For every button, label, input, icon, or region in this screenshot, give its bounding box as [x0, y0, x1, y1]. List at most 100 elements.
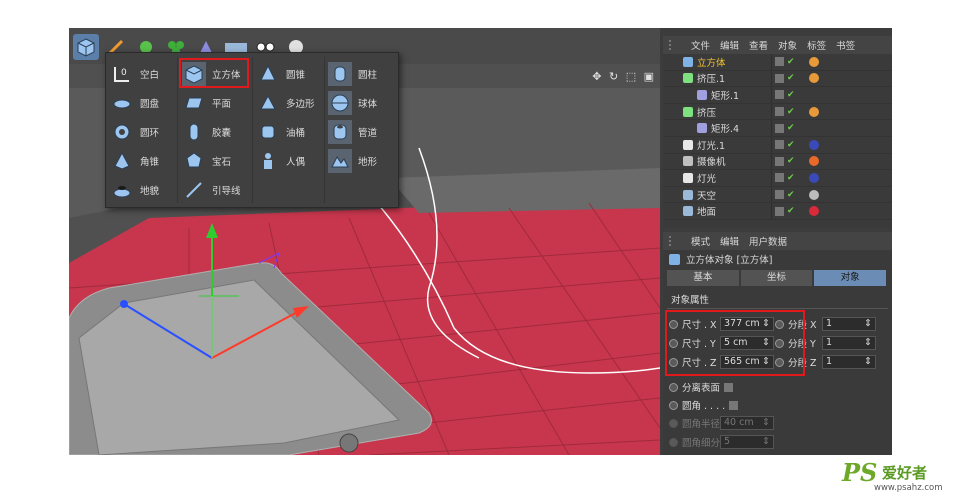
null-icon: 0 [110, 62, 134, 86]
tag-icon[interactable] [809, 56, 819, 67]
watermark: PS 爱好者 www.psahz.com [842, 458, 958, 496]
menu-edit[interactable]: 编辑 [720, 38, 739, 52]
platonic-icon [182, 149, 206, 173]
menu-file[interactable]: 文件 [691, 38, 710, 52]
menu-item-sphere[interactable]: 球体 [328, 90, 377, 116]
tag-icon[interactable] [809, 156, 819, 167]
menu-item-figure[interactable]: 人偶 [256, 148, 305, 174]
grip-icon[interactable] [669, 40, 681, 50]
tag-icon[interactable] [809, 189, 819, 200]
object-row[interactable]: 矩形.4 ✔ [663, 120, 892, 137]
menu-edit[interactable]: 编辑 [720, 234, 739, 248]
menu-item-relief[interactable]: 地貌 [110, 177, 159, 203]
pyramid-icon [110, 149, 134, 173]
anim-dot[interactable] [669, 382, 678, 392]
object-row[interactable]: 摄像机 ✔ [663, 153, 892, 171]
fillet-checkbox[interactable] [729, 400, 739, 410]
cube-icon[interactable] [73, 34, 99, 60]
menu-user-data[interactable]: 用户数据 [749, 234, 787, 248]
object-row[interactable]: 挤压 ✔ [663, 103, 892, 121]
object-row[interactable]: 矩形.1 ✔ [663, 87, 892, 104]
check-icon[interactable]: ✔ [787, 123, 795, 133]
layer-icon[interactable] [775, 140, 784, 150]
landscape-icon [328, 149, 352, 173]
tab-basic[interactable]: 基本 [667, 270, 739, 286]
layer-icon[interactable] [775, 107, 784, 117]
tag-icon[interactable] [809, 106, 819, 117]
tag-icon[interactable] [809, 73, 819, 84]
object-row[interactable]: 灯光 ✔ [663, 170, 892, 187]
menu-tags[interactable]: 标签 [807, 38, 826, 52]
layer-icon[interactable] [775, 123, 784, 133]
attribute-manager: 模式 编辑 用户数据 立方体对象 [立方体] 基本 坐标 对象 对象属性 尺寸 … [663, 232, 892, 455]
3d-viewport[interactable]: ✥ ↻ ⬚ ▣ 0 空白 立方体 圆锥 圆柱 圆盘 平面 多边形 球体 圆环 胶… [69, 28, 660, 455]
tube-icon [328, 120, 352, 144]
menu-item-plane[interactable]: 平面 [182, 90, 231, 116]
menu-item-torus[interactable]: 圆环 [110, 119, 159, 145]
check-icon[interactable]: ✔ [787, 173, 795, 183]
tab-object[interactable]: 对象 [814, 270, 887, 286]
layer-icon[interactable] [775, 57, 784, 67]
watermark-cn: 爱好者 [882, 464, 928, 482]
check-icon[interactable]: ✔ [787, 73, 795, 83]
menu-item-null[interactable]: 0 空白 [110, 61, 159, 87]
object-icon [697, 89, 707, 100]
menu-item-disc[interactable]: 圆盘 [110, 90, 159, 116]
seg-y-field[interactable]: 1 ⇕ [822, 336, 876, 350]
viewport-nav-icons[interactable]: ✥ ↻ ⬚ ▣ [592, 70, 656, 83]
object-manager: 文件 编辑 查看 对象 标签 书签 立方体 ✔ 挤压.1 ✔ 矩形.1 ✔ 挤压 ✔ 矩形.4 ✔… [663, 36, 892, 228]
object-row[interactable]: 地面 ✔ [663, 203, 892, 220]
menu-item-cylinder[interactable]: 圆柱 [328, 61, 377, 87]
check-icon[interactable]: ✔ [787, 190, 795, 200]
layer-icon[interactable] [775, 206, 784, 216]
menu-item-platonic[interactable]: 宝石 [182, 148, 231, 174]
tag-icon[interactable] [809, 139, 819, 150]
separate-checkbox[interactable] [724, 382, 734, 392]
menu-item-capsule[interactable]: 胶囊 [182, 119, 231, 145]
check-icon[interactable]: ✔ [787, 140, 795, 150]
fillet-sub-row: 圆角细分 5 ⇕ [669, 434, 774, 450]
menu-item-pyramid[interactable]: 角锥 [110, 148, 159, 174]
menu-item-tube[interactable]: 管道 [328, 119, 377, 145]
check-icon[interactable]: ✔ [787, 90, 795, 100]
layer-icon[interactable] [775, 190, 784, 200]
seg-x-field[interactable]: 1 ⇕ [822, 317, 876, 331]
fillet-sub-field: 5 ⇕ [720, 435, 774, 449]
object-row[interactable]: 灯光.1 ✔ [663, 136, 892, 154]
tag-icon[interactable] [809, 206, 819, 217]
check-icon[interactable]: ✔ [787, 57, 795, 67]
check-icon[interactable]: ✔ [787, 206, 795, 216]
menu-item-cone[interactable]: 圆锥 [256, 61, 305, 87]
attr-tabs: 基本 坐标 对象 [667, 270, 888, 286]
seg-z-field[interactable]: 1 ⇕ [822, 355, 876, 369]
layer-icon[interactable] [775, 90, 784, 100]
tab-coord[interactable]: 坐标 [740, 270, 813, 286]
capsule-icon [182, 120, 206, 144]
menu-item-polygon[interactable]: 多边形 [256, 90, 315, 116]
primitive-dropdown: 0 空白 立方体 圆锥 圆柱 圆盘 平面 多边形 球体 圆环 胶囊 油桶 管道 … [105, 52, 399, 208]
layer-icon[interactable] [775, 73, 784, 83]
layer-icon[interactable] [775, 173, 784, 183]
grip-icon[interactable] [669, 236, 681, 246]
object-row[interactable]: 天空 ✔ [663, 186, 892, 204]
object-row[interactable]: 挤压.1 ✔ [663, 70, 892, 88]
layer-icon[interactable] [775, 156, 784, 166]
menu-mode[interactable]: 模式 [691, 234, 710, 248]
menu-item-guide[interactable]: 引导线 [182, 177, 241, 203]
tag-icon[interactable] [809, 172, 819, 183]
object-row[interactable]: 立方体 ✔ [663, 54, 892, 71]
menu-objects[interactable]: 对象 [778, 38, 797, 52]
menu-item-oil-tank[interactable]: 油桶 [256, 119, 305, 145]
oil-tank-icon [256, 120, 280, 144]
polygon-icon [256, 91, 280, 115]
check-icon[interactable]: ✔ [787, 107, 795, 117]
object-icon [683, 172, 693, 183]
object-tree: 立方体 ✔ 挤压.1 ✔ 矩形.1 ✔ 挤压 ✔ 矩形.4 ✔ 灯光.1 ✔ 摄像机 ✔ 灯光 ✔ 天空 ✔ 地面 ✔ [663, 54, 892, 220]
menu-item-landscape[interactable]: 地形 [328, 148, 377, 174]
anim-dot[interactable] [669, 400, 678, 410]
menu-bookmarks[interactable]: 书签 [836, 38, 855, 52]
menu-view[interactable]: 查看 [749, 38, 768, 52]
check-icon[interactable]: ✔ [787, 156, 795, 166]
anim-dot [669, 437, 678, 447]
menu-item-cube[interactable]: 立方体 [182, 61, 241, 87]
